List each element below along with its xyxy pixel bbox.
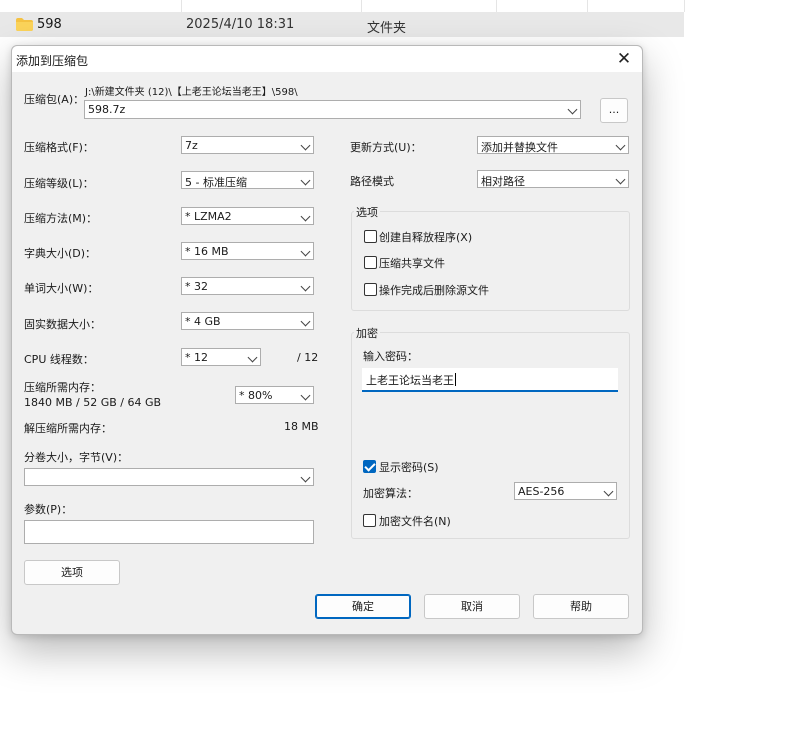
chevron-down-icon [615,174,626,185]
memory-usage-value: * 80% [239,389,273,402]
cancel-button[interactable]: 取消 [424,594,520,619]
decompress-memory-value: 18 MB [284,420,319,433]
sfx-checkbox[interactable] [364,230,377,243]
archive-name-combo[interactable]: 598.7z [84,100,581,119]
dictionary-label: 字典大小(D)： [24,247,97,260]
memory-label: 压缩所需内存： [24,381,101,394]
update-mode-value: 添加并替换文件 [481,141,558,154]
shared-files-checkbox[interactable] [364,256,377,269]
delete-source-label[interactable]: 操作完成后删除源文件 [379,282,489,298]
column-divider [587,0,588,12]
chevron-down-icon [300,472,311,483]
show-password-label[interactable]: 显示密码(S) [379,459,439,475]
parameters-input[interactable] [24,520,314,544]
method-value: * LZMA2 [185,210,232,223]
word-size-select[interactable]: * 32 [181,277,314,295]
cpu-threads-total: / 12 [297,351,319,364]
method-label: 压缩方法(M)： [24,212,98,225]
encryption-group-title: 加密 [354,325,380,341]
split-volume-label: 分卷大小，字节(V)： [24,451,129,464]
chevron-down-icon [300,316,311,327]
file-date: 2025/4/10 18:31 [186,17,295,32]
dictionary-value: * 16 MB [185,245,229,258]
encrypt-names-label[interactable]: 加密文件名(N) [379,513,451,529]
chevron-down-icon [300,140,311,151]
options-group-title: 选项 [354,204,380,220]
chevron-down-icon [300,175,311,186]
solid-size-select[interactable]: * 4 GB [181,312,314,330]
format-select[interactable]: 7z [181,136,314,154]
cpu-threads-label: CPU 线程数： [24,353,94,366]
password-text: 上老王论坛当老王 [366,372,456,388]
chevron-down-icon [247,352,258,363]
sfx-label[interactable]: 创建自释放程序(X) [379,229,472,245]
update-mode-select[interactable]: 添加并替换文件 [477,136,629,154]
level-label: 压缩等级(L)： [24,177,94,190]
split-volume-combo[interactable] [24,468,314,486]
password-input[interactable]: 上老王论坛当老王 [362,368,618,392]
dialog-title: 添加到压缩包 [16,54,89,68]
file-name: 598 [37,17,62,32]
help-button[interactable]: 帮助 [533,594,629,619]
column-divider [496,0,497,12]
column-divider [684,0,685,12]
encryption-method-select[interactable]: AES-256 [514,482,617,500]
path-mode-value: 相对路径 [481,175,525,188]
archive-path: J:\新建文件夹 (12)\【上老王论坛当老王】\598\ [85,87,298,98]
browse-button[interactable]: ... [600,98,628,123]
chevron-down-icon [300,281,311,292]
chevron-down-icon [603,486,614,497]
folder-icon [16,18,33,31]
parameters-label: 参数(P)： [24,503,73,516]
options-button[interactable]: 选项 [24,560,120,585]
chevron-down-icon [567,104,578,115]
path-mode-label: 路径模式 [350,175,394,188]
dictionary-select[interactable]: * 16 MB [181,242,314,260]
solid-size-value: * 4 GB [185,315,221,328]
password-value: 上老王论坛当老王 [366,374,454,387]
cpu-threads-value: * 12 [185,351,208,364]
decompress-memory-label: 解压缩所需内存： [24,422,112,435]
file-type: 文件夹 [367,21,407,36]
method-select[interactable]: * LZMA2 [181,207,314,225]
delete-source-checkbox[interactable] [364,283,377,296]
ok-button[interactable]: 确定 [315,594,411,619]
level-select[interactable]: 5 - 标准压缩 [181,171,314,189]
chevron-down-icon [300,390,311,401]
update-mode-label: 更新方式(U)： [350,141,422,154]
format-value: 7z [185,139,198,152]
encryption-method-label: 加密算法： [363,487,418,500]
close-icon: ✕ [616,49,632,69]
column-divider [181,0,182,12]
level-value: 5 - 标准压缩 [185,176,247,189]
chevron-down-icon [615,140,626,151]
archive-name-value: 598.7z [88,103,126,116]
chevron-down-icon [300,211,311,222]
add-to-archive-dialog: 添加到压缩包 ✕ 压缩包(A)： J:\新建文件夹 (12)\【上老王论坛当老王… [11,45,643,635]
close-button[interactable]: ✕ [612,48,636,70]
password-label: 输入密码： [363,350,418,363]
word-size-value: * 32 [185,280,208,293]
show-password-checkbox[interactable] [363,460,376,473]
shared-files-label[interactable]: 压缩共享文件 [379,255,445,271]
memory-detail: 1840 MB / 52 GB / 64 GB [24,396,162,409]
text-caret [455,373,456,386]
encryption-method-value: AES-256 [518,485,565,498]
column-divider [361,0,362,12]
memory-usage-select[interactable]: * 80% [235,386,314,404]
word-size-label: 单词大小(W)： [24,282,99,295]
file-row-598[interactable]: 598 2025/4/10 18:31 文件夹 [0,12,684,37]
dialog-titlebar[interactable]: 添加到压缩包 ✕ [12,46,642,72]
path-mode-select[interactable]: 相对路径 [477,170,629,188]
solid-size-label: 固实数据大小： [24,318,101,331]
archive-label: 压缩包(A)： [24,93,85,106]
chevron-down-icon [300,246,311,257]
format-label: 压缩格式(F)： [24,141,94,154]
encrypt-names-checkbox[interactable] [363,514,376,527]
cpu-threads-select[interactable]: * 12 [181,348,261,366]
